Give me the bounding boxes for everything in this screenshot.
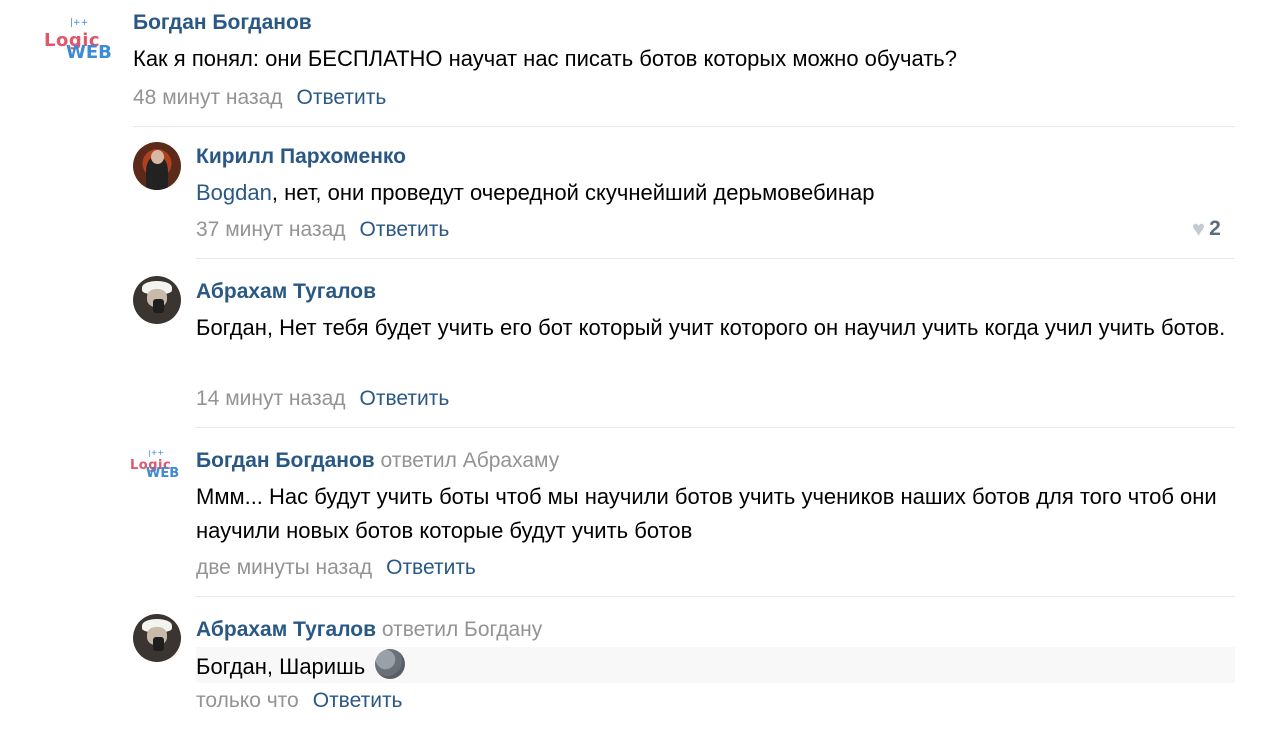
comment-meta: 37 минут назад Ответить: [196, 218, 449, 242]
avatar-abraham[interactable]: [133, 614, 181, 662]
divider: [133, 126, 1235, 127]
divider: [196, 427, 1235, 428]
heart-icon: ♥: [1192, 216, 1206, 241]
like-button[interactable]: ♥ 2: [1192, 216, 1221, 242]
moon-emoji-icon: [375, 649, 406, 679]
comment-text: Bogdan, нет, они проведут очередной скуч…: [196, 176, 1226, 210]
divider: [196, 596, 1235, 597]
divider: [196, 258, 1235, 259]
avatar-kirill[interactable]: [133, 142, 181, 190]
comment-author[interactable]: Богдан Богданов ответил Абрахаму: [196, 449, 559, 473]
author-name[interactable]: Абрахам Тугалов: [196, 618, 376, 641]
comment-meta: две минуты назад Ответить: [196, 556, 476, 580]
comment-text: Как я понял: они БЕСПЛАТНО научат нас пи…: [133, 46, 958, 71]
comment-author[interactable]: Богдан Богданов: [133, 11, 312, 35]
comments-thread: |++ Logic WEB Богдан Богданов Как я поня…: [0, 0, 1280, 731]
comment-time[interactable]: 48 минут назад: [133, 86, 283, 109]
reply-button[interactable]: Ответить: [313, 689, 403, 712]
avatar-abraham[interactable]: [133, 276, 181, 324]
reply-button[interactable]: Ответить: [360, 218, 450, 241]
replied-to[interactable]: ответил Богдану: [382, 618, 542, 641]
comment-meta: 48 минут назад Ответить: [133, 86, 386, 110]
comment-author[interactable]: Кирилл Пархоменко: [196, 145, 406, 169]
comment-text: Ммм... Нас будут учить боты чтоб мы науч…: [196, 484, 1217, 543]
reply-button[interactable]: Ответить: [386, 556, 476, 579]
comment-text: Богдан, Нет тебя будет учить его бот кот…: [196, 315, 1226, 340]
like-count: 2: [1209, 217, 1221, 240]
avatar-logicweb[interactable]: |++ Logic WEB: [44, 18, 116, 68]
comment-time[interactable]: 37 минут назад: [196, 218, 346, 241]
author-name[interactable]: Богдан Богданов: [196, 449, 375, 472]
reply-button[interactable]: Ответить: [360, 387, 450, 410]
mention-link[interactable]: Bogdan: [196, 180, 272, 205]
replied-to[interactable]: ответил Абрахаму: [381, 449, 560, 472]
comment-text: Богдан, Шаришь: [196, 649, 1226, 684]
avatar-logicweb[interactable]: |++ Logic WEB: [130, 450, 184, 486]
logicweb-logo: |++ Logic WEB: [130, 450, 180, 481]
comment-time[interactable]: 14 минут назад: [196, 387, 346, 410]
comment-author[interactable]: Абрахам Тугалов ответил Богдану: [196, 618, 542, 642]
comment-time[interactable]: только что: [196, 689, 299, 712]
comment-time[interactable]: две минуты назад: [196, 556, 372, 579]
avatar-phone: [153, 299, 164, 314]
comment-body: Богдан, Шаришь: [196, 654, 366, 679]
logicweb-logo: |++ Logic WEB: [44, 18, 112, 63]
comment-meta: только что Ответить: [196, 689, 403, 713]
comment-meta: 14 минут назад Ответить: [196, 387, 449, 411]
comment-body: , нет, они проведут очередной скучнейший…: [271, 180, 875, 205]
avatar-phone: [153, 637, 164, 652]
comment-author[interactable]: Абрахам Тугалов: [196, 280, 376, 304]
reply-button[interactable]: Ответить: [297, 86, 387, 109]
